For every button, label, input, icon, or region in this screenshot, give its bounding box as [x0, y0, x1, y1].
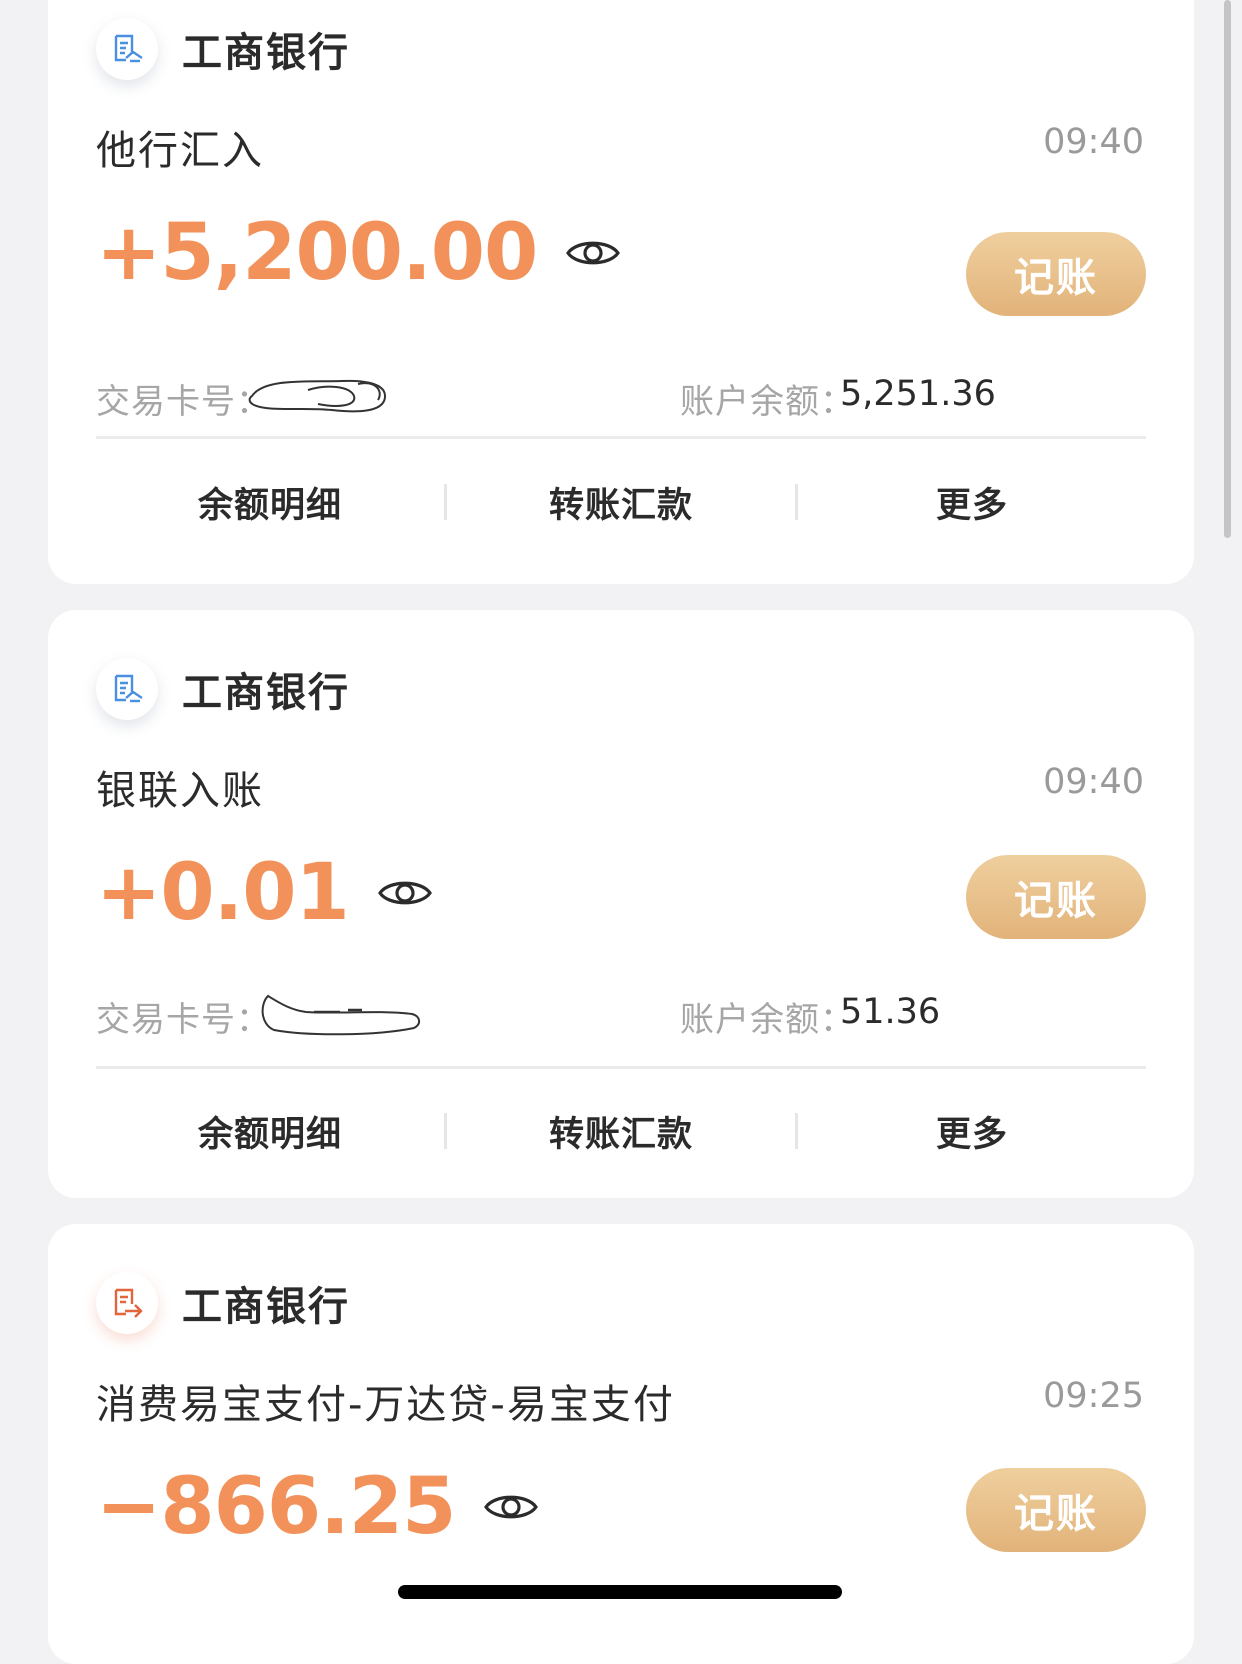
redaction-scribble	[248, 379, 387, 413]
transaction-card: 工商银行 他行汇入 09:40 +5,200.00 记账 交易卡号： 账户余额：…	[48, 0, 1194, 584]
transaction-title: 消费易宝支付-万达贷-易宝支付	[96, 1382, 675, 1428]
receipt-in-icon	[96, 658, 158, 720]
balance-value: 5,251.36	[840, 374, 996, 414]
eye-icon[interactable]	[377, 873, 433, 913]
more-button[interactable]: 更多	[798, 1106, 1146, 1157]
balance-detail-button[interactable]: 余额明细	[96, 1106, 444, 1157]
scrollbar[interactable]	[1224, 0, 1231, 538]
amount-row: +0.01	[96, 848, 433, 938]
receipt-in-icon	[96, 18, 158, 80]
card-header: 工商银行	[96, 658, 350, 720]
redaction-scribble	[261, 994, 420, 1036]
balance-label: 账户余额：	[680, 1000, 855, 1040]
card-header: 工商银行	[96, 1272, 350, 1334]
balance-value: 51.36	[840, 992, 941, 1032]
bank-name: 工商银行	[182, 30, 350, 76]
more-button[interactable]: 更多	[798, 477, 1146, 528]
receipt-out-icon	[96, 1272, 158, 1334]
meta-row: 交易卡号： 账户余额： 5,251.36	[96, 370, 1146, 422]
transaction-time: 09:40	[1043, 762, 1144, 802]
transaction-amount: +0.01	[96, 848, 350, 938]
divider	[96, 436, 1146, 439]
eye-icon[interactable]	[483, 1487, 539, 1527]
transfer-button[interactable]: 转账汇款	[447, 1106, 795, 1157]
transaction-title: 银联入账	[96, 768, 264, 814]
transaction-time: 09:40	[1043, 122, 1144, 162]
meta-row: 交易卡号： 账户余额： 51.36	[96, 988, 1146, 1040]
divider	[96, 1066, 1146, 1069]
card-number-label: 交易卡号：	[96, 1000, 271, 1040]
amount-row: −866.25	[96, 1462, 539, 1552]
card-number-label: 交易卡号：	[96, 382, 271, 422]
transaction-title: 他行汇入	[96, 128, 264, 174]
balance-label: 账户余额：	[680, 382, 855, 422]
transaction-amount: −866.25	[96, 1462, 456, 1552]
record-button[interactable]: 记账	[966, 855, 1146, 939]
bank-name: 工商银行	[182, 1284, 350, 1330]
eye-icon[interactable]	[565, 233, 621, 273]
transaction-amount: +5,200.00	[96, 208, 538, 298]
transfer-button[interactable]: 转账汇款	[447, 477, 795, 528]
card-actions: 余额明细 转账汇款 更多	[96, 1091, 1146, 1171]
bank-name: 工商银行	[182, 670, 350, 716]
amount-row: +5,200.00	[96, 208, 621, 298]
balance-detail-button[interactable]: 余额明细	[96, 477, 444, 528]
card-actions: 余额明细 转账汇款 更多	[96, 462, 1146, 542]
card-header: 工商银行	[96, 18, 350, 80]
home-indicator	[398, 1585, 842, 1599]
transaction-time: 09:25	[1043, 1376, 1144, 1416]
transaction-card: 工商银行 银联入账 09:40 +0.01 记账 交易卡号： 账户余额： 51.…	[48, 610, 1194, 1198]
record-button[interactable]: 记账	[966, 232, 1146, 316]
record-button[interactable]: 记账	[966, 1468, 1146, 1552]
